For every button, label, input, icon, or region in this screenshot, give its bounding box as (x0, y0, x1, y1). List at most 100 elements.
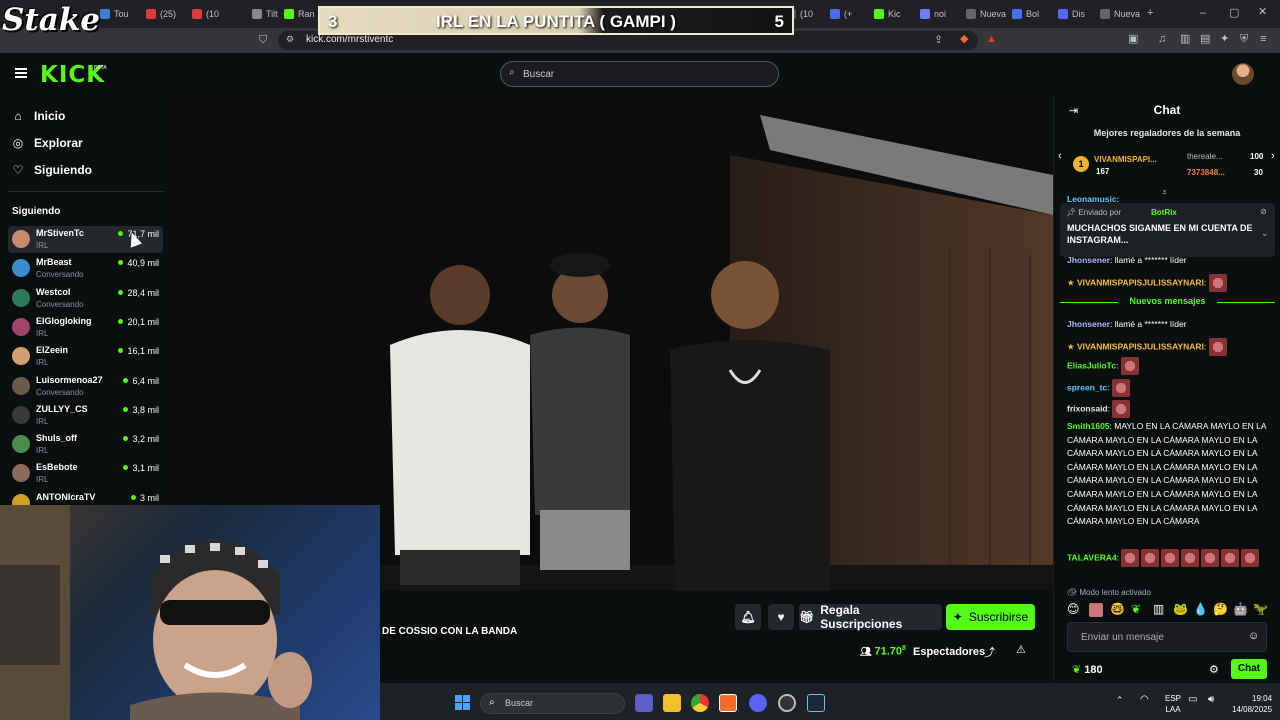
new-tab-button[interactable]: + (1147, 8, 1153, 19)
emote-icon[interactable] (1141, 549, 1160, 567)
emote-icon[interactable] (1089, 603, 1103, 617)
chat-username[interactable]: Jhonsener (1067, 319, 1110, 329)
chat-message[interactable]: Smith1605: MAYLO EN LA CÁMARA MAYLO EN L… (1067, 420, 1267, 529)
sidebar-channel[interactable]: ElZeein IRL 16,1 mil (8, 343, 163, 370)
sidebar-channel[interactable]: Westcol Conversando 28,4 mil (8, 285, 163, 312)
browser-tab[interactable]: Nueva (966, 4, 1006, 24)
rewards-icon[interactable]: ▲ (986, 34, 997, 45)
browser-tab[interactable]: Ran (284, 4, 315, 24)
emote-icon[interactable] (1201, 549, 1220, 567)
nav-explorar[interactable]: ◎ Explorar (12, 136, 83, 150)
emote-icon[interactable] (1112, 400, 1131, 418)
display-icon[interactable]: ▭ (1188, 694, 1197, 705)
menu-icon[interactable]: ≡ (1260, 34, 1266, 45)
file-explorer-icon[interactable] (663, 694, 681, 712)
brave-icon[interactable] (719, 694, 737, 712)
sidebar-toggle-icon[interactable]: ▣ (1128, 34, 1138, 45)
chat-username[interactable]: TALAVERA4 (1067, 552, 1117, 562)
emote-icon[interactable] (1111, 379, 1130, 397)
browser-tab[interactable]: noi (920, 4, 946, 24)
obs-icon[interactable] (778, 694, 796, 712)
browser-tab[interactable]: Tou (100, 4, 129, 24)
browser-tab[interactable]: (25) (146, 4, 176, 24)
search-input[interactable]: ⌕ Buscar (500, 61, 779, 87)
sidebar-channel[interactable]: ZULLYY_CS IRL 3,8 mil (8, 402, 163, 429)
emote-icon[interactable] (1221, 549, 1240, 567)
browser-tab[interactable]: Tilt (252, 4, 278, 24)
share-icon[interactable]: ⇪ (934, 35, 943, 46)
site-info-icon[interactable]: ⚙ (286, 35, 294, 44)
emote-icon[interactable]: ▥ (1153, 602, 1164, 616)
share-icon[interactable]: ⤴ (984, 644, 995, 660)
hamburger-menu-icon[interactable] (15, 68, 27, 78)
maximize-button[interactable]: ▢ (1229, 8, 1239, 19)
chat-message[interactable]: EliasJulioTc: (1067, 357, 1267, 375)
system-clock[interactable]: 19:04 14/08/2025 (1232, 693, 1272, 715)
sidebar-channel[interactable]: Luisormenoa27 Conversando 6,4 mil (8, 373, 163, 400)
chat-message[interactable]: Jhonsener: llamé a ******* líder (1067, 254, 1267, 268)
chat-message[interactable]: frixonsaid: (1067, 400, 1267, 418)
notifications-button[interactable]: 🔔︎ (735, 604, 761, 630)
browser-tab[interactable]: Kic (874, 4, 901, 24)
channel-points[interactable]: ❦ 180 (1072, 663, 1103, 676)
nav-inicio[interactable]: ⌂ Inicio (12, 109, 65, 123)
chevron-down-icon[interactable]: ⌄ (1261, 228, 1269, 239)
sidebar-channel[interactable]: MrBeast Conversando 40,9 mil (8, 255, 163, 282)
wifi-icon[interactable]: ◠ (1140, 694, 1149, 705)
emote-icon[interactable]: ❦ (1131, 602, 1141, 616)
chrome-icon[interactable] (691, 694, 709, 712)
report-icon[interactable]: ⚠ (1016, 643, 1026, 656)
emote-icon[interactable]: 🐸 (1173, 602, 1188, 616)
chat-username[interactable]: frixonsaid (1067, 403, 1108, 413)
sidebar-channel[interactable]: EsBebote IRL 3,1 mil (8, 460, 163, 487)
send-chat-button[interactable]: Chat (1231, 659, 1267, 679)
emote-icon[interactable] (1181, 549, 1200, 567)
reader-icon[interactable]: ▥ (1180, 34, 1190, 45)
discord-icon[interactable] (749, 694, 767, 712)
chat-username[interactable]: VIVANMISPAPISJULISSAYNARI (1077, 341, 1204, 351)
tray-chevron-icon[interactable]: ⌃ (1116, 695, 1124, 706)
nav-siguiendo[interactable]: ♡ Siguiendo (12, 163, 92, 177)
browser-tab[interactable]: (10 (192, 4, 219, 24)
emoji-picker-icon[interactable]: ☺ (1248, 630, 1259, 642)
taskbar-search[interactable]: ⌕ Buscar (480, 693, 625, 714)
emote-icon[interactable] (1120, 357, 1139, 375)
emote-icon[interactable]: 🤓 (1110, 602, 1125, 616)
chat-username[interactable]: EliasJulioTc (1067, 360, 1116, 370)
user-avatar[interactable] (1232, 63, 1254, 85)
chevron-left-icon[interactable]: ‹ (1058, 150, 1062, 162)
emote-icon[interactable]: 🤔 (1213, 602, 1228, 616)
expand-icon[interactable]: ⩡ (1162, 187, 1167, 198)
chat-username[interactable]: Smith1605 (1067, 421, 1110, 431)
steam-icon[interactable] (807, 694, 825, 712)
emote-icon[interactable] (1121, 549, 1140, 567)
chevron-right-icon[interactable]: › (1271, 150, 1275, 162)
emote-icon[interactable]: 🦖 (1253, 602, 1268, 616)
chat-message[interactable]: Jhonsener: llamé a ******* líder (1067, 318, 1267, 332)
close-window-button[interactable]: ✕ (1258, 7, 1267, 18)
browser-tab[interactable]: Nueva (1100, 4, 1140, 24)
emote-icon[interactable]: 💧 (1193, 602, 1208, 616)
chat-message[interactable]: ★ VIVANMISPAPISJULISSAYNARI: (1067, 274, 1267, 292)
emote-icon[interactable] (1208, 338, 1227, 356)
windows-start-icon[interactable] (455, 695, 470, 710)
chat-input[interactable]: Enviar un mensaje ☺ (1067, 622, 1267, 652)
leo-ai-icon[interactable]: ✦ (1220, 34, 1229, 45)
browser-tab[interactable]: Dis (1058, 4, 1085, 24)
teams-icon[interactable] (635, 694, 653, 712)
chat-message[interactable]: spreen_tc: (1067, 379, 1267, 397)
browser-tab[interactable]: Bol (1012, 4, 1039, 24)
hide-pin-icon[interactable]: ⊘ (1260, 207, 1267, 216)
chat-message[interactable]: TALAVERA4: (1067, 549, 1267, 567)
music-icon[interactable]: ♫ (1158, 34, 1166, 45)
follow-button[interactable]: ♥ (768, 604, 794, 630)
language-indicator[interactable]: ESP LAA (1165, 693, 1181, 715)
brave-shield-icon[interactable]: ◆ (960, 34, 968, 45)
chat-username[interactable]: spreen_tc (1067, 382, 1107, 392)
pinned-message[interactable]: 📌︎ Enviado por BotRix ⊘ MUCHACHOS SIGANM… (1060, 203, 1275, 257)
chat-username[interactable]: Jhonsener (1067, 255, 1110, 265)
settings-gear-icon[interactable]: ⚙ (1209, 663, 1219, 676)
chat-message[interactable]: ★ VIVANMISPAPISJULISSAYNARI: (1067, 338, 1267, 356)
chat-username[interactable]: VIVANMISPAPISJULISSAYNARI (1077, 277, 1204, 287)
minimize-button[interactable]: – (1200, 8, 1206, 19)
